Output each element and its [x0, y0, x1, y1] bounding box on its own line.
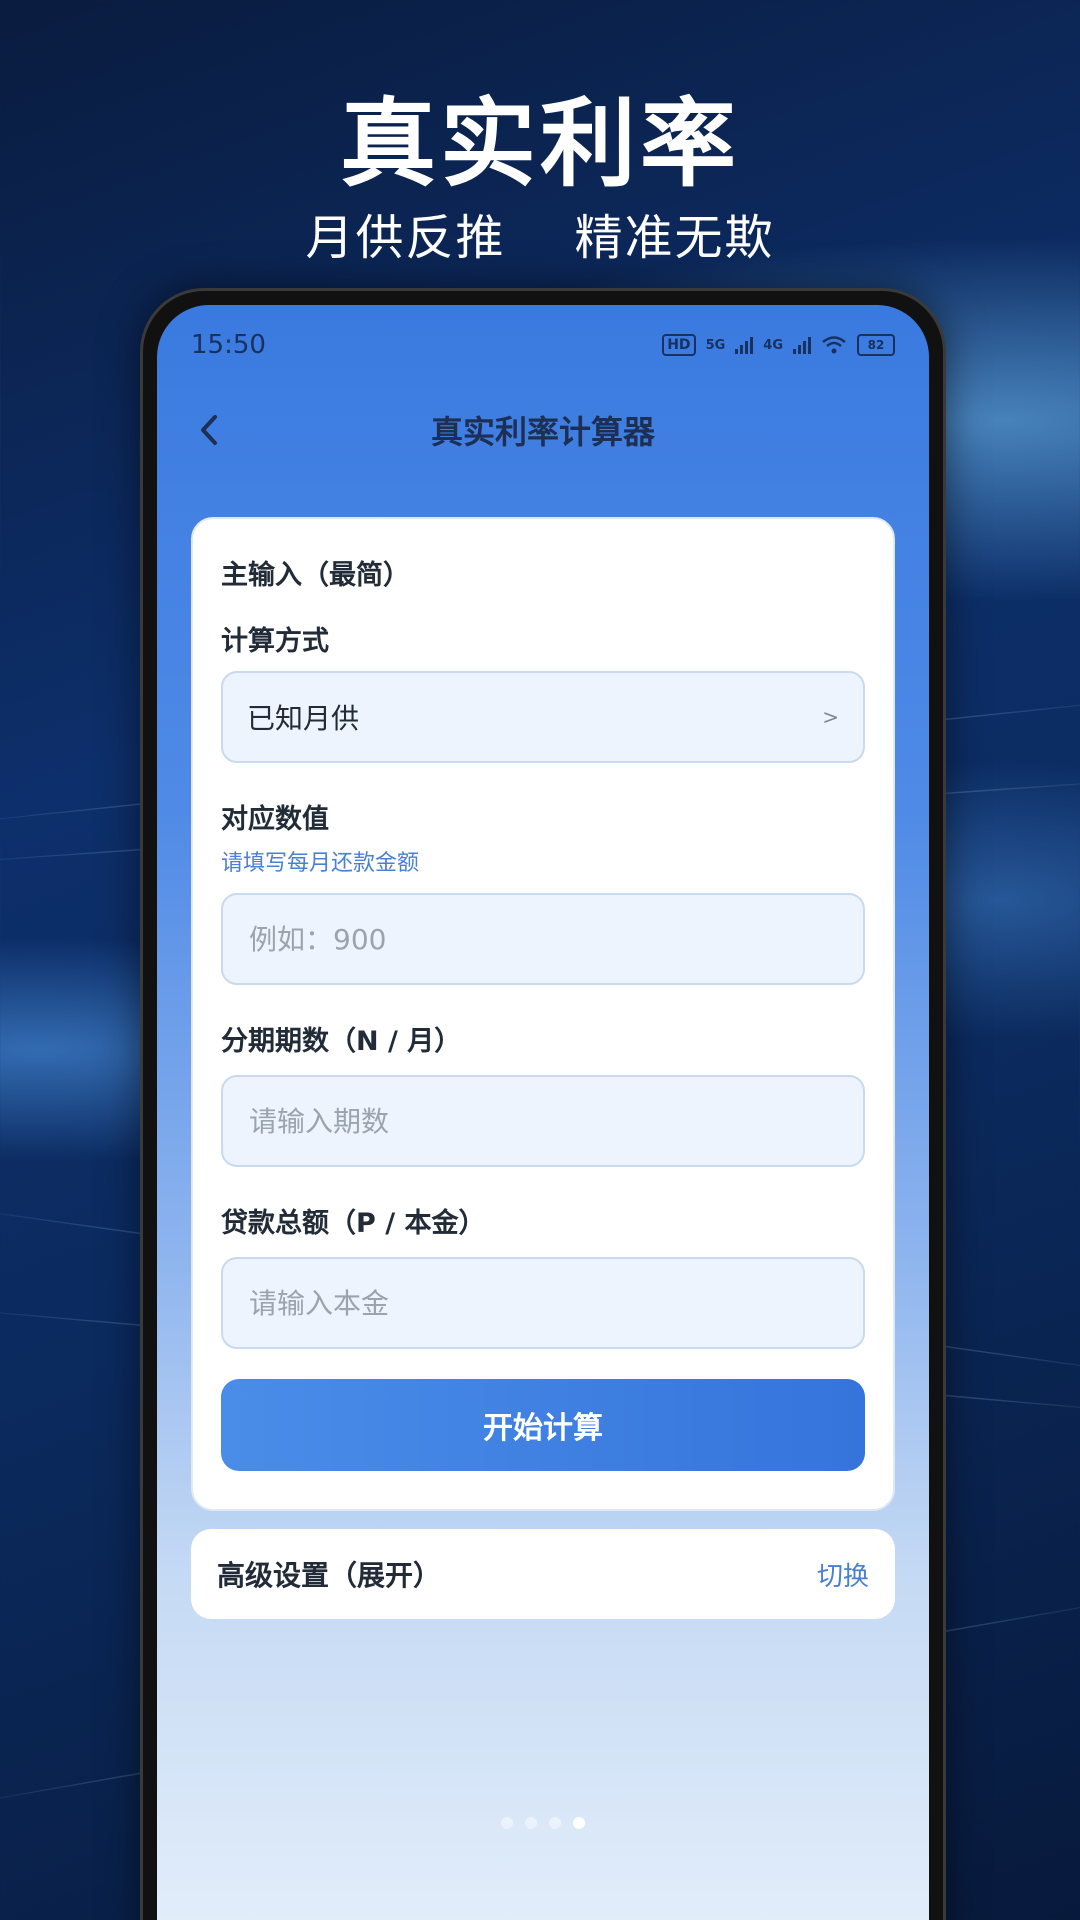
- page-dot-active: [573, 1817, 585, 1829]
- advanced-settings-label: 高级设置（展开）: [217, 1559, 442, 1592]
- value-hint: 请填写每月还款金额: [221, 851, 420, 876]
- value-field[interactable]: [221, 893, 865, 985]
- principal-field[interactable]: [221, 1257, 865, 1349]
- value-label: 对应数值: [221, 804, 329, 835]
- status-icons: HD 5G 4G 82: [662, 334, 895, 356]
- wifi-icon: [822, 336, 846, 354]
- page-indicator: [157, 1817, 929, 1829]
- start-calculation-button[interactable]: 开始计算: [221, 1379, 865, 1471]
- calc-mode-value: 已知月供: [247, 702, 360, 735]
- main-input-card: 主输入（最简） 计算方式 已知月供 > 对应数值 请填写每月还款金额 分期期数（…: [191, 517, 895, 1511]
- battery-icon: 82: [857, 334, 895, 356]
- phone-frame: 15:50 HD 5G 4G 82 真实利率计算器 主输入（最简） 计算方式 已…: [140, 288, 946, 1920]
- signal-icon: [793, 336, 811, 354]
- periods-input[interactable]: [247, 1103, 839, 1139]
- advanced-settings-card[interactable]: 高级设置（展开） 切换: [191, 1529, 895, 1619]
- principal-input[interactable]: [247, 1285, 839, 1321]
- status-bar: 15:50 HD 5G 4G 82: [191, 325, 895, 365]
- page-dot: [549, 1817, 561, 1829]
- value-input[interactable]: [247, 921, 839, 957]
- status-time: 15:50: [191, 330, 266, 360]
- navigation-bar: 真实利率计算器: [157, 395, 929, 465]
- promo-title: 真实利率: [340, 88, 740, 200]
- signal-icon: [735, 336, 754, 354]
- principal-label: 贷款总额（P / 本金）: [221, 1208, 486, 1239]
- advanced-toggle-link[interactable]: 切换: [817, 1556, 869, 1593]
- periods-field[interactable]: [221, 1075, 865, 1167]
- page-title: 真实利率计算器: [430, 413, 655, 451]
- calc-mode-label: 计算方式: [221, 626, 329, 657]
- network-5g-label: 5G: [705, 337, 726, 353]
- calc-mode-select[interactable]: 已知月供 >: [221, 671, 865, 763]
- page-dot: [501, 1817, 513, 1829]
- page-dot: [525, 1817, 537, 1829]
- periods-label: 分期期数（N / 月）: [221, 1026, 462, 1057]
- network-4g-label: 4G: [763, 337, 783, 353]
- section-title: 主输入（最简）: [221, 560, 410, 591]
- chevron-right-icon: >: [822, 705, 839, 729]
- app-screen: 15:50 HD 5G 4G 82 真实利率计算器 主输入（最简） 计算方式 已…: [157, 305, 929, 1920]
- chevron-left-icon[interactable]: [185, 405, 235, 455]
- hd-icon: HD: [662, 334, 696, 356]
- promo-subtitle: 月供反推 精准无欺: [305, 210, 775, 266]
